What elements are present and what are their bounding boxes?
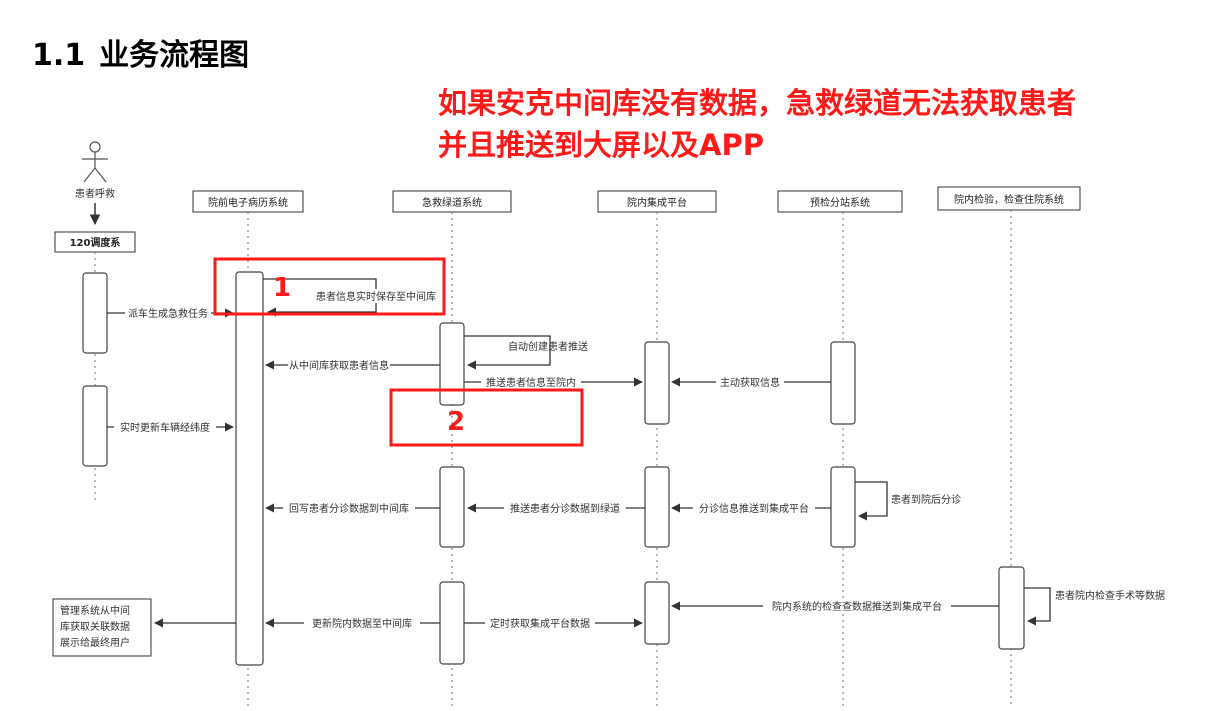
msg-timed-fetch-label: 定时获取集成平台数据	[490, 617, 590, 630]
msg-triage-to-platform-label: 分诊信息推送到集成平台	[699, 502, 809, 515]
msg-dispatch-task-label: 派车生成急救任务	[128, 307, 208, 320]
msg-auto-create-label: 自动创建患者推送	[508, 340, 588, 353]
msg-push-triage-label: 推送患者分诊数据到绿道	[510, 502, 620, 515]
lane-label-inhospital-systems: 院内检验，检查住院系统	[954, 193, 1064, 206]
management-note-line-2: 库获取关联数据	[60, 620, 130, 633]
msg-update-gps-label: 实时更新车辆经纬度	[120, 421, 210, 434]
msg-update-inhospital-label: 更新院内数据至中间库	[312, 617, 412, 630]
lane-label-triage-system: 预检分站系统	[810, 196, 870, 209]
msg-active-fetch-label: 主动获取信息	[720, 376, 780, 389]
actor-person-icon	[82, 141, 108, 183]
management-note-line-1: 管理系统从中间	[60, 604, 130, 617]
msg-fetch-patient-label: 从中间库获取患者信息	[289, 359, 389, 372]
actor-label: 患者呼救	[75, 187, 115, 200]
highlight-box-2	[389, 388, 584, 447]
highlight-marker-2: 2	[447, 407, 465, 437]
msg-triage-after-arrival-label: 患者到院后分诊	[891, 493, 961, 506]
dispatch-label: 120调度系	[70, 236, 121, 249]
lane-label-integration-platform: 院内集成平台	[627, 196, 687, 209]
msg-writeback-triage-label: 回写患者分诊数据到中间库	[289, 502, 409, 515]
msg-save-realtime-label: 患者信息实时保存至中间库	[316, 290, 436, 303]
msg-inhospital-to-platform-label: 院内系统的检查查数据推送到集成平台	[772, 600, 942, 613]
lane-label-green-channel: 急救绿道系统	[422, 196, 482, 209]
msg-triage-after-arrival-arrow	[855, 481, 888, 521]
highlight-marker-1: 1	[273, 273, 291, 303]
msg-inhospital-exams-label: 患者院内检查手术等数据	[1055, 589, 1165, 602]
sequence-diagram: 患者呼救 120调度系 院前电子病历系统 急救绿道系统 院内集成平台 预检分站系…	[52, 141, 1174, 708]
page: 1.1 业务流程图 如果安克中间库没有数据，急救绿道无法获取患者 并且推送到大屏以…	[0, 0, 1211, 711]
management-note-line-3: 展示给最终用户	[60, 636, 130, 649]
msg-inhospital-exams-arrow	[1024, 587, 1051, 626]
lifelines	[94, 210, 1012, 708]
msg-push-to-hospital-label: 推送患者信息至院内	[486, 376, 576, 389]
lane-label-prehospital-emr: 院前电子病历系统	[208, 196, 288, 209]
